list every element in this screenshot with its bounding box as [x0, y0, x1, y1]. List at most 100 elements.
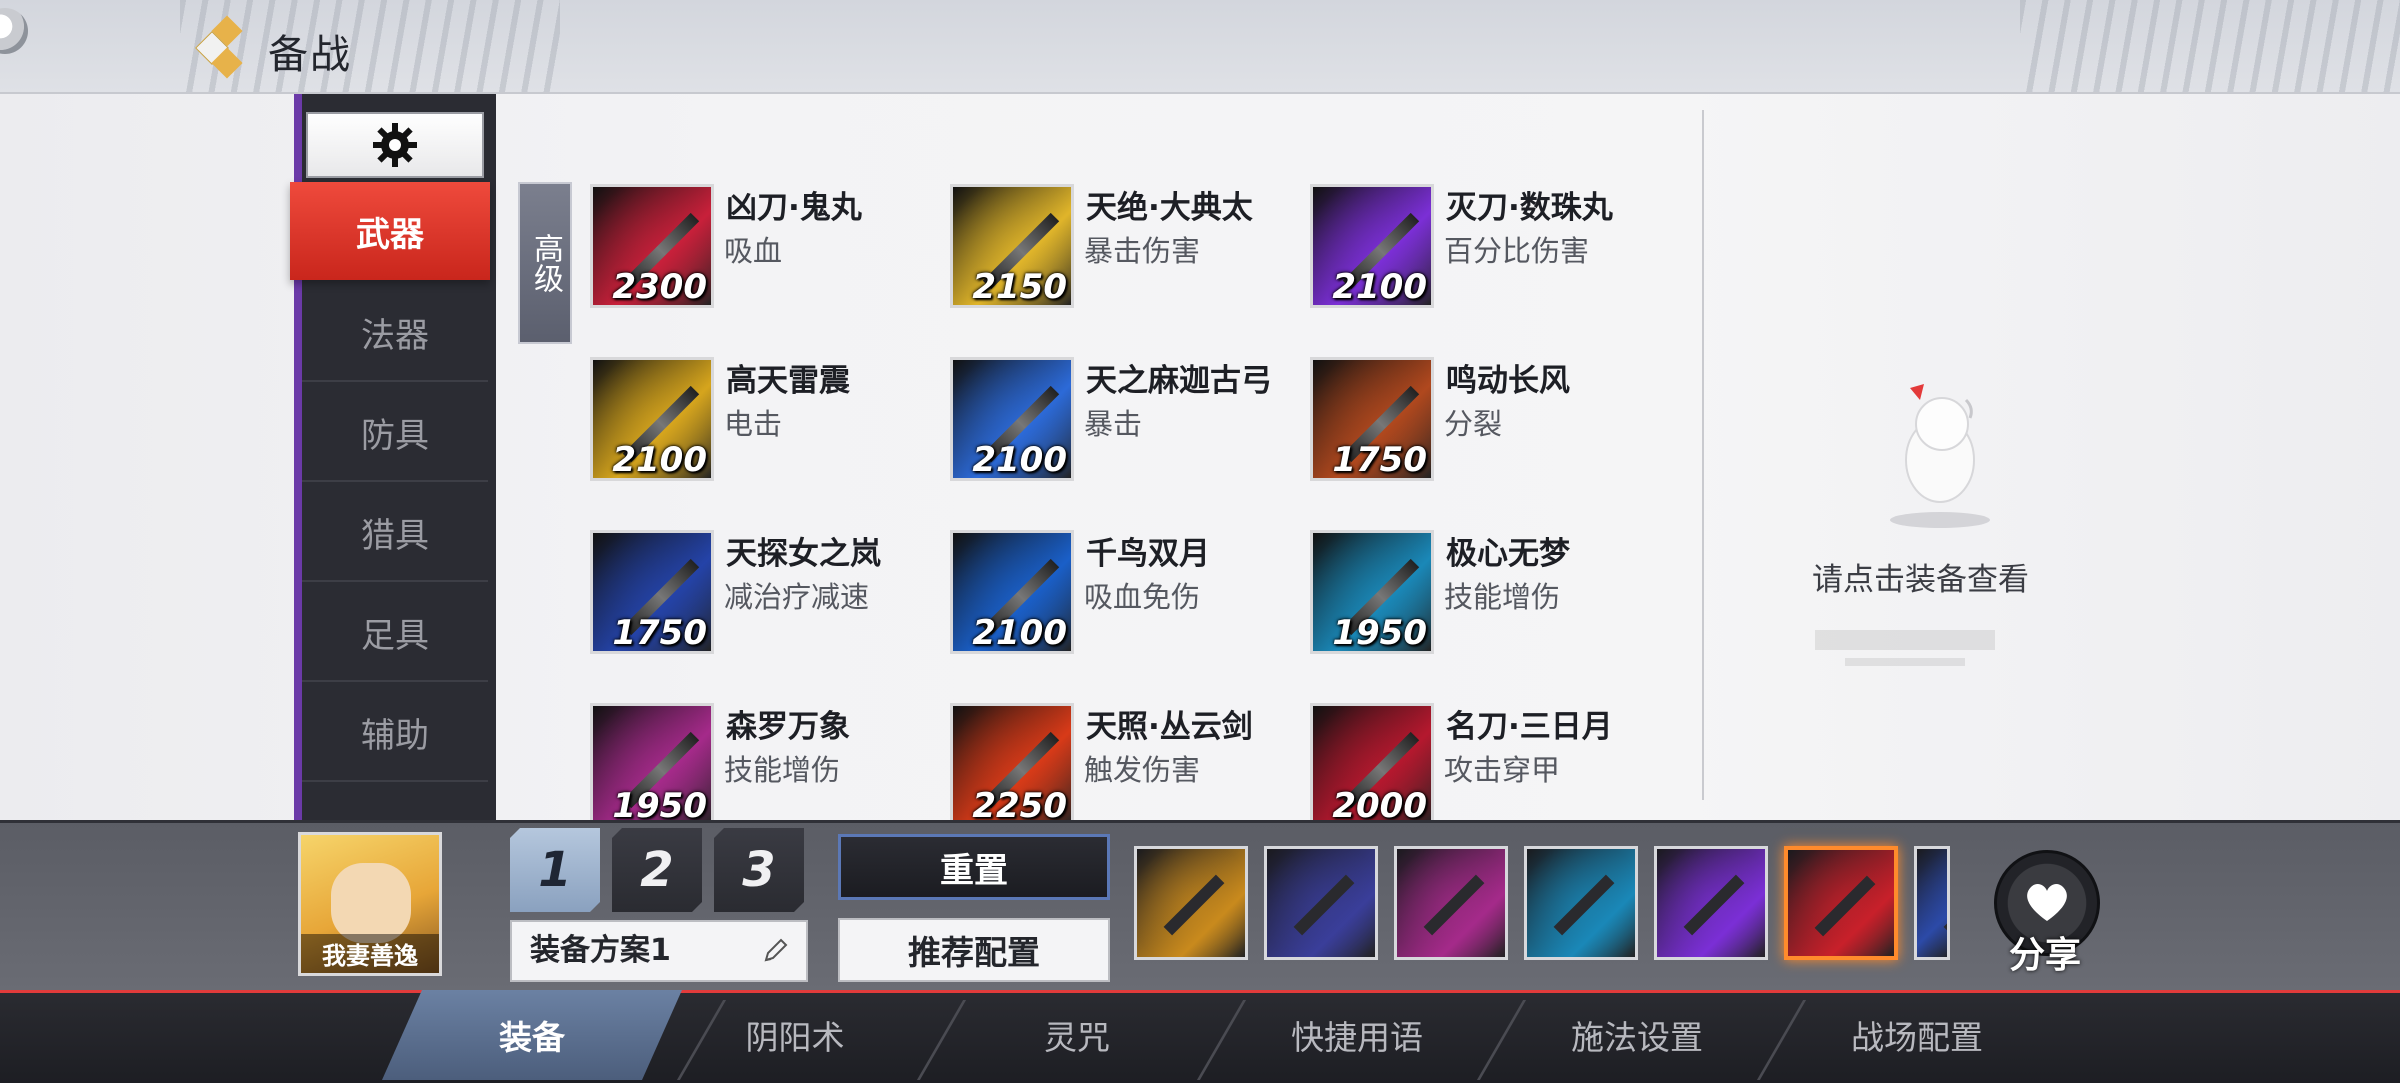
pencil-icon[interactable] [760, 936, 790, 966]
category-hunting[interactable]: 猎具 [302, 484, 488, 582]
header-decoration [2020, 0, 2400, 92]
tab-spirit-curse[interactable]: 灵咒 [942, 990, 1212, 1080]
empty-mascot-icon [1890, 384, 1990, 528]
item-price: 1750 [612, 613, 707, 653]
item-name: 天绝·大典太 [1086, 190, 1253, 226]
item-icon[interactable]: 2100 [950, 357, 1074, 481]
item-price: 2100 [1332, 267, 1427, 307]
item-icon[interactable]: 2250 [950, 703, 1074, 820]
diamond-logo-icon [195, 15, 254, 79]
item-effect: 触发伤害 [1084, 753, 1201, 787]
tier-tag[interactable]: 高级 [518, 182, 572, 344]
katana-icon[interactable] [1654, 846, 1768, 960]
item-effect: 技能增伤 [1444, 580, 1561, 614]
item-effect: 吸血 [724, 234, 783, 268]
hammer-icon[interactable] [1784, 846, 1898, 960]
item-icon[interactable]: 1950 [590, 703, 714, 820]
tier-tag-label: 高级 [528, 233, 563, 293]
item-card[interactable]: 2100 高天雷震电击 [580, 343, 940, 483]
chain-blade-icon[interactable] [1524, 846, 1638, 960]
item-name: 千鸟双月 [1086, 536, 1210, 572]
item-card[interactable]: 2250 天照·丛云剑 触发伤害 [940, 689, 1300, 820]
plan-name-field[interactable]: 装备方案1 [510, 920, 808, 982]
item-card[interactable]: 2100 灭刀·数珠丸 百分比伤害 [1300, 170, 1660, 310]
item-price: 1950 [612, 786, 707, 820]
item-effect: 暴击伤害 [1084, 234, 1201, 268]
watermark-logo-icon [1815, 630, 1995, 666]
plan-tab-1[interactable]: 1 [510, 828, 600, 912]
item-name: 森罗万象 [726, 709, 850, 745]
item-card[interactable]: 1950 极心无梦技能增伤 [1300, 516, 1660, 656]
item-name: 鸣动长风 [1446, 363, 1570, 399]
item-name: 高天雷震 [726, 363, 850, 399]
category-boots[interactable]: 足具 [302, 584, 488, 682]
boot-icon[interactable] [1264, 846, 1378, 960]
item-name: 天之麻迦古弓 [1086, 363, 1272, 399]
item-icon[interactable]: 1750 [1310, 357, 1434, 481]
item-price: 1950 [1332, 613, 1427, 653]
item-icon[interactable]: 2000 [1310, 703, 1434, 820]
item-effect: 电击 [724, 407, 783, 441]
recommend-config-button[interactable]: 推荐配置 [838, 918, 1110, 982]
item-name: 凶刀·鬼丸 [726, 190, 862, 226]
item-price: 2000 [1332, 786, 1427, 820]
tab-cast-settings[interactable]: 施法设置 [1502, 990, 1772, 1080]
category-weapon[interactable]: 武器 [290, 182, 490, 280]
item-grid: 2300 凶刀·鬼丸吸血 2150 天绝·大典太 暴击伤害 2100 灭刀·数珠丸 百分比伤害… [580, 170, 1690, 820]
item-price: 2100 [972, 440, 1067, 480]
item-name: 名刀·三日月 [1446, 709, 1613, 745]
item-price: 2100 [972, 613, 1067, 653]
item-icon[interactable]: 1750 [590, 530, 714, 654]
item-card[interactable]: 2000 名刀·三日月 攻击穿甲 [1300, 689, 1660, 820]
item-price: 1750 [1332, 440, 1427, 480]
item-name: 天照·丛云剑 [1086, 709, 1253, 745]
item-card[interactable]: 1750 天探女之岚 减治疗减速 [580, 516, 940, 656]
item-card[interactable]: 1950 森罗万象技能增伤 [580, 689, 940, 820]
item-price: 2150 [972, 267, 1067, 307]
avatar-face [331, 863, 411, 943]
item-icon[interactable]: 2150 [950, 184, 1074, 308]
reset-button[interactable]: 重置 [838, 834, 1110, 900]
item-price: 2300 [612, 267, 707, 307]
item-name: 极心无梦 [1446, 536, 1570, 572]
empty-hint-text: 请点击装备查看 [1812, 562, 2029, 598]
item-icon[interactable]: 1950 [1310, 530, 1434, 654]
tab-battle-config[interactable]: 战场配置 [1782, 990, 2052, 1080]
item-effect: 百分比伤害 [1444, 234, 1590, 268]
item-effect: 攻击穿甲 [1444, 753, 1561, 787]
item-effect: 暴击 [1084, 407, 1143, 441]
panel-divider [1702, 110, 1704, 800]
header-bar [0, 0, 2400, 94]
plan-tab-2[interactable]: 2 [612, 828, 702, 912]
item-card[interactable]: 2100 千鸟双月 吸血免伤 [940, 516, 1300, 656]
item-card[interactable]: 1750 鸣动长风分裂 [1300, 343, 1660, 483]
plan-tab-3[interactable]: 3 [714, 828, 804, 912]
hero-name: 我妻善逸 [301, 934, 439, 973]
tab-onmyodo[interactable]: 阴阳术 [660, 990, 930, 1080]
item-card[interactable]: 2100 天之麻迦古弓 暴击 [940, 343, 1300, 483]
tab-quick-chat[interactable]: 快捷用语 [1222, 990, 1492, 1080]
settings-button[interactable] [306, 112, 484, 178]
item-card[interactable]: 2300 凶刀·鬼丸吸血 [580, 170, 940, 310]
axe-icon[interactable] [1394, 846, 1508, 960]
tab-equipment[interactable]: 装备 [382, 990, 682, 1080]
item-card[interactable]: 2150 天绝·大典太 暴击伤害 [940, 170, 1300, 310]
spear-icon[interactable] [1134, 846, 1248, 960]
plan-name-label: 装备方案1 [530, 933, 671, 968]
item-effect: 技能增伤 [724, 753, 841, 787]
category-artifact[interactable]: 法器 [302, 284, 488, 382]
item-price: 2100 [612, 440, 707, 480]
item-effect: 分裂 [1444, 407, 1503, 441]
item-icon[interactable]: 2100 [1310, 184, 1434, 308]
gear-icon [373, 123, 417, 167]
share-button[interactable]: 分享 [1990, 850, 2100, 976]
partial-icon[interactable] [1914, 846, 1950, 960]
item-effect: 减治疗减速 [724, 580, 870, 614]
item-icon[interactable]: 2100 [950, 530, 1074, 654]
category-armor[interactable]: 防具 [302, 384, 488, 482]
hero-avatar[interactable]: 我妻善逸 [298, 832, 442, 976]
item-icon[interactable]: 2100 [590, 357, 714, 481]
category-support[interactable]: 辅助 [302, 684, 488, 782]
item-icon[interactable]: 2300 [590, 184, 714, 308]
item-price: 2250 [972, 786, 1067, 820]
